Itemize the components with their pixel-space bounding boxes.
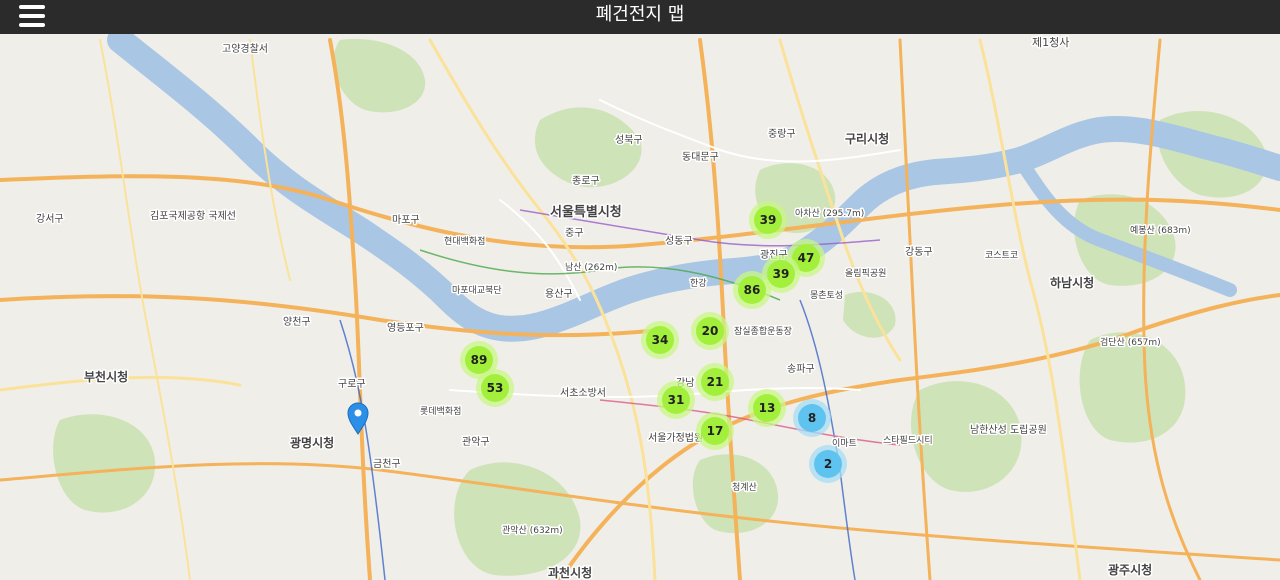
map-view[interactable]: 서울특별시청 구리시청 하남시청 부천시청 광명시청 과천시청 광주시청 고양경…: [0, 34, 1280, 580]
label-yebongsan: 예봉산 (683m): [1130, 225, 1191, 236]
label-gwangju-city-hall: 광주시청: [1108, 562, 1152, 577]
label-olympic: 올림픽공원: [845, 267, 886, 279]
cluster-marker[interactable]: 20: [691, 312, 729, 350]
label-yongsan: 용산구: [545, 288, 573, 300]
cluster-marker[interactable]: 86: [733, 271, 771, 309]
label-yangcheon: 양천구: [283, 316, 311, 328]
label-gwanaksan: 관악산 (632m): [502, 524, 563, 536]
label-guro: 구로구: [338, 379, 366, 390]
cluster-count: 8: [808, 411, 816, 425]
label-goyang: 고양경찰서: [222, 42, 268, 55]
cluster-marker[interactable]: 53: [476, 369, 514, 407]
cluster-marker[interactable]: 8: [793, 399, 831, 437]
label-jungnang: 중랑구: [768, 128, 796, 140]
label-gimpo-airport: 김포국제공항 국제선: [150, 210, 236, 222]
cluster-count: 47: [798, 251, 815, 265]
cluster-marker[interactable]: 39: [749, 201, 787, 239]
cluster-count: 86: [744, 283, 761, 297]
label-songpa: 송파구: [787, 363, 815, 375]
cluster-count: 89: [471, 353, 488, 367]
cluster-marker[interactable]: 31: [657, 381, 695, 419]
label-hangang: 한강: [690, 278, 707, 289]
label-seoul-city-hall: 서울특별시청: [550, 204, 622, 220]
label-jung: 중구: [565, 227, 583, 239]
label-namhansanseong: 남한산성 도립공원: [970, 423, 1047, 436]
cluster-count: 34: [652, 333, 669, 347]
label-je1-bridge: 제1청사: [1032, 36, 1069, 49]
label-achasan: 아차산 (295.7m): [795, 207, 864, 219]
cluster-count: 13: [759, 401, 776, 415]
label-mapo-market: 마포대교북단: [452, 285, 502, 296]
cluster-count: 39: [773, 267, 790, 281]
label-gwanak: 관악구: [462, 436, 490, 448]
label-namsan: 남산 (262m): [565, 262, 617, 273]
label-bucheon-city-hall: 부천시청: [84, 369, 128, 384]
cluster-marker[interactable]: 17: [696, 412, 734, 450]
label-seocho-fire: 서초소방서: [560, 387, 606, 399]
label-gwangmyeong-city-hall: 광명시청: [290, 435, 334, 450]
label-lotte: 롯데백화점: [420, 405, 461, 417]
cluster-marker[interactable]: 2: [809, 445, 847, 483]
cluster-count: 17: [707, 424, 724, 438]
label-jongno: 종로구: [572, 175, 600, 187]
label-seongdong: 성동구: [665, 235, 693, 247]
page-title: 폐건전지 맵: [595, 4, 685, 25]
label-hyundai: 현대백화점: [444, 235, 485, 247]
label-mapo: 마포구: [392, 214, 420, 226]
cluster-count: 21: [707, 375, 724, 389]
cluster-marker[interactable]: 13: [748, 389, 786, 427]
label-seongbuk: 성북구: [615, 134, 643, 146]
label-guri-city-hall: 구리시청: [845, 131, 889, 146]
cluster-count: 39: [760, 213, 777, 227]
map-background: [0, 34, 1280, 580]
cluster-count: 31: [668, 393, 685, 407]
label-cheonggyesan: 청계산: [732, 481, 757, 493]
cluster-count: 20: [702, 324, 719, 338]
label-yeongdeungpo: 영등포구: [387, 322, 424, 334]
label-costco: 코스트코: [985, 250, 1018, 261]
label-geomdansan: 검단산 (657m): [1100, 336, 1161, 348]
label-seoul-family-court: 서울가정법원: [648, 432, 703, 444]
cluster-count: 53: [487, 381, 504, 395]
label-gwacheon-city-hall: 과천시청: [548, 565, 592, 580]
label-jamsil: 잠실종합운동장: [734, 326, 792, 337]
label-starfield: 스타필드시티: [883, 434, 933, 446]
label-mongchon: 몽촌토성: [810, 290, 843, 301]
label-geumcheon: 금천구: [373, 458, 401, 470]
cluster-count: 2: [824, 457, 832, 471]
cluster-marker[interactable]: 34: [641, 321, 679, 359]
app-header: 폐건전지 맵: [0, 0, 1280, 34]
label-gangseo: 강서구: [36, 213, 64, 225]
label-dongdaemun: 동대문구: [682, 151, 719, 163]
cluster-marker[interactable]: 21: [696, 363, 734, 401]
label-gangdong: 강동구: [905, 246, 933, 258]
label-hanam-city-hall: 하남시청: [1050, 275, 1094, 290]
